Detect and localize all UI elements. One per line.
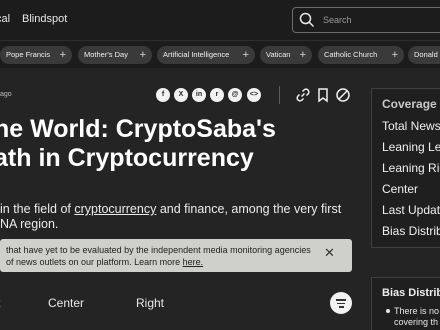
topic-chip-label: Pope Francis [6, 50, 51, 59]
cryptocurrency-link[interactable]: cryptocurrency [74, 202, 156, 216]
topic-chip[interactable]: Catholic Church + [318, 46, 404, 64]
topic-chip-label: Mother's Day [84, 50, 128, 59]
coverage-row-label: Last Update [382, 203, 440, 217]
bias-note: covering th [394, 317, 439, 327]
topic-chip[interactable]: Donald [408, 46, 440, 64]
summary-text: and finance, among the very first [156, 202, 342, 216]
share-divider [279, 86, 280, 104]
email-icon[interactable]: @ [228, 88, 242, 102]
hide-icon[interactable] [335, 87, 351, 103]
bookmark-icon[interactable] [315, 87, 331, 103]
nav-link-local[interactable]: cal [0, 13, 10, 25]
link-icon[interactable] [295, 87, 311, 103]
filter-button[interactable] [330, 292, 352, 314]
linkedin-icon[interactable]: in [192, 88, 206, 102]
search-input[interactable] [323, 12, 440, 28]
learn-more-link[interactable]: here. [183, 257, 204, 267]
topic-chip[interactable]: Artificial Intelligence + [157, 46, 255, 64]
filter-icon [338, 306, 344, 308]
plus-icon[interactable]: + [392, 46, 398, 64]
coverage-details-title: Coverage D [382, 97, 440, 111]
embed-icon[interactable]: <> [247, 88, 261, 102]
topic-chip-label: Catholic Church [324, 50, 378, 59]
bullet-icon [386, 309, 390, 313]
plus-icon[interactable]: + [60, 46, 66, 64]
reddit-icon[interactable]: r [210, 88, 224, 102]
filter-icon [336, 299, 346, 301]
tab-center[interactable]: Center [48, 296, 84, 310]
facebook-icon[interactable]: f [156, 88, 170, 102]
topic-chip-label: Vatican [266, 50, 291, 59]
notice-text: that have yet to be evaluated by the ind… [6, 245, 311, 255]
article-summary: in the field of cryptocurrency and finan… [0, 202, 341, 217]
tab-right[interactable]: Right [136, 296, 164, 310]
article-headline: he World: CryptoSaba's [0, 115, 276, 143]
x-icon[interactable]: X [174, 88, 188, 102]
plus-icon[interactable]: + [300, 46, 306, 64]
article-timestamp: ago [0, 91, 12, 98]
filter-icon [337, 302, 345, 304]
plus-icon[interactable]: + [243, 46, 249, 64]
notice-banner: that have yet to be evaluated by the ind… [0, 239, 352, 272]
search-icon [299, 12, 315, 28]
topic-chip-label: Artificial Intelligence [163, 50, 230, 59]
topic-chip[interactable]: Pope Francis + [0, 46, 72, 64]
bias-note: There is no [394, 306, 440, 316]
coverage-row-label: Center [382, 182, 419, 196]
notice-text-part: of news outlets on our platform. Learn m… [6, 257, 183, 267]
topic-chip-label: Donald [414, 50, 438, 59]
article-summary: NA region. [0, 217, 59, 231]
summary-text: in the field of [0, 202, 75, 216]
coverage-row-label: Leaning Rig [382, 161, 440, 175]
bias-distribution-title: Bias Distrib [382, 287, 440, 299]
plus-icon[interactable]: + [140, 46, 146, 64]
close-icon[interactable]: ✕ [324, 245, 335, 261]
coverage-row-label: Total News [382, 119, 440, 133]
notice-text: of news outlets on our platform. Learn m… [6, 257, 203, 267]
topic-bar: Pope Francis + Mother's Day + Artificial… [0, 40, 440, 68]
bias-distribution-panel: Bias Distrib There is no covering th [371, 277, 440, 330]
top-navigation: cal Blindspot [0, 0, 440, 40]
search-box[interactable] [292, 7, 440, 33]
nav-link-blindspot[interactable]: Blindspot [22, 13, 67, 25]
coverage-details-panel: Coverage D Total News Leaning Let Leanin… [371, 88, 440, 248]
coverage-row-label: Leaning Let [382, 140, 440, 154]
article-headline: ath in Cryptocurrency [0, 144, 254, 172]
coverage-row-label: Bias Distrib [382, 224, 440, 238]
topic-chip[interactable]: Vatican + [260, 46, 312, 64]
topic-chip[interactable]: Mother's Day + [78, 46, 152, 64]
